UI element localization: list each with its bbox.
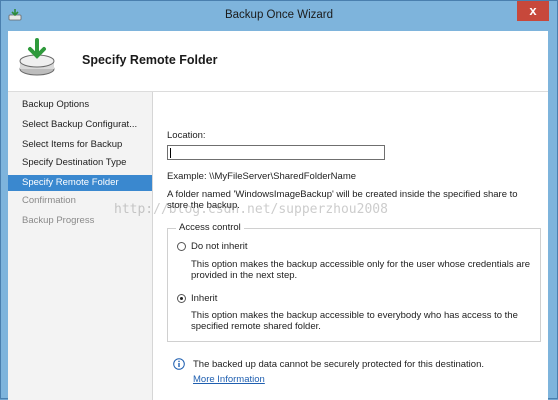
do-not-inherit-desc-line-2: provided in the next step. bbox=[191, 270, 298, 281]
nav-item-specify-destination-type[interactable]: Specify Destination Type bbox=[8, 155, 152, 171]
nav-item-specify-remote-folder[interactable]: Specify Remote Folder bbox=[8, 175, 152, 191]
nav-item-backup-options[interactable]: Backup Options bbox=[8, 97, 152, 113]
close-button[interactable]: x bbox=[517, 1, 549, 21]
location-note-line-1: A folder named 'WindowsImageBackup' will… bbox=[167, 189, 518, 200]
close-icon: x bbox=[529, 3, 537, 18]
info-icon bbox=[173, 358, 185, 370]
do-not-inherit-label[interactable]: Do not inherit bbox=[191, 241, 248, 252]
do-not-inherit-desc-line-1: This option makes the backup accessible … bbox=[191, 259, 531, 270]
do-not-inherit-radio[interactable] bbox=[177, 242, 186, 251]
location-note-line-2: store the backup. bbox=[167, 200, 240, 211]
wizard-content: Location: Example: \\MyFileServer\Shared… bbox=[153, 92, 548, 400]
location-label: Location: bbox=[167, 130, 206, 141]
inherit-label[interactable]: Inherit bbox=[191, 293, 217, 304]
wizard-client-area: Specify Remote Folder Backup Options Sel… bbox=[8, 31, 548, 400]
location-example: Example: \\MyFileServer\SharedFolderName bbox=[167, 171, 357, 182]
nav-item-select-backup-configuration[interactable]: Select Backup Configurat... bbox=[8, 117, 152, 133]
location-input[interactable] bbox=[167, 145, 385, 160]
wizard-header: Specify Remote Folder bbox=[8, 31, 548, 87]
title-bar[interactable]: Backup Once Wizard x bbox=[1, 1, 557, 31]
nav-item-backup-progress: Backup Progress bbox=[22, 215, 95, 226]
inherit-desc-line-1: This option makes the backup accessible … bbox=[191, 310, 518, 321]
text-cursor bbox=[170, 148, 171, 158]
nav-item-select-items-for-backup[interactable]: Select Items for Backup bbox=[8, 137, 152, 153]
page-title: Specify Remote Folder bbox=[82, 53, 218, 67]
wizard-step-nav: Backup Options Select Backup Configurat.… bbox=[8, 92, 153, 400]
more-information-link[interactable]: More Information bbox=[193, 374, 265, 385]
inherit-radio[interactable] bbox=[177, 294, 186, 303]
access-control-group: Access control Do not inherit This optio… bbox=[167, 222, 541, 342]
security-warning-text: The backed up data cannot be securely pr… bbox=[193, 359, 484, 370]
nav-item-confirmation: Confirmation bbox=[22, 195, 76, 206]
backup-disk-icon bbox=[19, 38, 55, 76]
window-title: Backup Once Wizard bbox=[224, 9, 333, 21]
inherit-desc-line-2: specified remote shared folder. bbox=[191, 321, 321, 332]
access-control-title: Access control bbox=[176, 222, 244, 233]
wizard-window: Backup Once Wizard x Specify Remote Fold… bbox=[0, 0, 558, 400]
